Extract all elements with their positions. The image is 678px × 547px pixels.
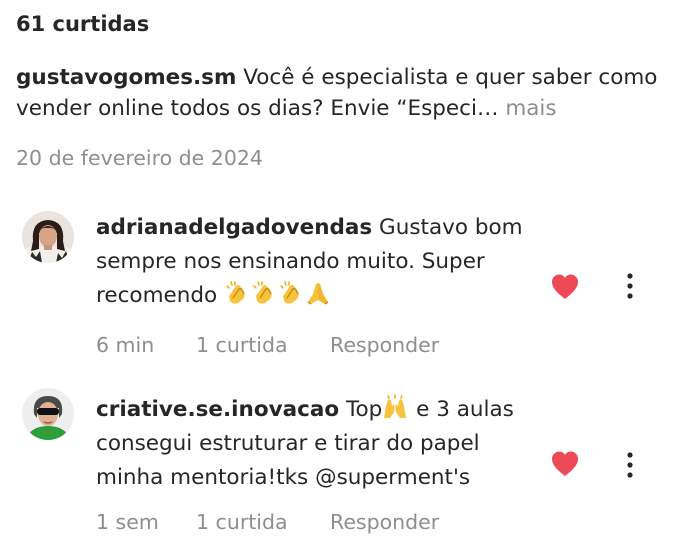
comment-username[interactable]: adrianadelgadovendas (96, 215, 372, 240)
caption-more-link[interactable]: mais (505, 96, 556, 121)
raising-hands-icon (384, 394, 407, 418)
clapping-hands-icon (280, 281, 299, 304)
comment-username[interactable]: criative.se.inovacao (96, 397, 339, 422)
caption-username[interactable]: gustavogomes.sm (16, 65, 236, 90)
avatar[interactable] (22, 388, 74, 440)
likes-count[interactable]: 61 curtidas (16, 12, 149, 36)
comment-time: 1 sem (96, 510, 159, 534)
post-caption: gustavogomes.sm Você é especialista e qu… (16, 62, 666, 124)
comment-body-start: Top (346, 397, 383, 422)
comment-text: adrianadelgadovendas Gustavo bom sempre … (96, 211, 536, 313)
avatar[interactable] (22, 211, 74, 263)
comment-likes[interactable]: 1 curtida (196, 333, 288, 357)
heart-icon[interactable] (550, 450, 580, 478)
more-options-icon[interactable] (620, 271, 640, 301)
reply-button[interactable]: Responder (330, 510, 439, 534)
reply-button[interactable]: Responder (330, 333, 439, 357)
clapping-hands-icon (226, 281, 245, 304)
comment-likes[interactable]: 1 curtida (196, 510, 288, 534)
comment-time: 6 min (96, 333, 155, 357)
heart-icon[interactable] (550, 273, 580, 301)
clapping-hands-icon (253, 281, 272, 304)
comment-text: criative.se.inovacao Top e 3 aulas conse… (96, 393, 536, 495)
folded-hands-icon (307, 283, 329, 305)
post-date: 20 de fevereiro de 2024 (16, 146, 263, 170)
more-options-icon[interactable] (620, 450, 640, 480)
